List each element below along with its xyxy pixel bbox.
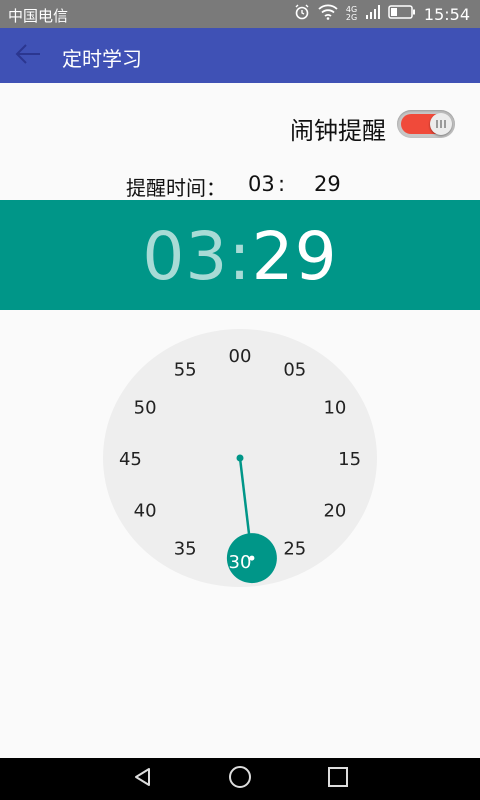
home-circle-icon xyxy=(228,765,252,793)
clock-label-55[interactable]: 55 xyxy=(174,360,197,381)
clock-label-10[interactable]: 10 xyxy=(323,397,346,418)
clock-label-00[interactable]: 00 xyxy=(229,346,252,367)
picker-hour[interactable]: 03 xyxy=(142,218,228,295)
clock-selector-dot xyxy=(249,555,255,561)
nav-home-button[interactable] xyxy=(225,766,255,792)
nav-recents-button[interactable] xyxy=(323,766,353,792)
back-triangle-icon xyxy=(132,766,154,792)
toggle-thumb xyxy=(430,113,452,135)
page-title: 定时学习 xyxy=(62,47,142,71)
clock-label-25[interactable]: 25 xyxy=(283,538,306,559)
picker-separator: : xyxy=(228,218,252,295)
clock-label-35[interactable]: 35 xyxy=(174,538,197,559)
clock-center-dot xyxy=(236,454,244,462)
alarm-icon xyxy=(294,4,310,24)
reminder-minute: 29 xyxy=(314,172,341,196)
reminder-separator: : xyxy=(278,172,286,196)
wifi-icon xyxy=(318,4,338,24)
clock-label-20[interactable]: 20 xyxy=(323,501,346,522)
picker-time: 03:29 xyxy=(0,218,480,295)
back-button[interactable] xyxy=(6,34,50,78)
app-bar: 定时学习 xyxy=(0,28,480,83)
alarm-toggle[interactable] xyxy=(397,110,455,138)
clock-label-40[interactable]: 40 xyxy=(134,501,157,522)
clock-label-05[interactable]: 05 xyxy=(283,360,306,381)
network-type-label: 4G 2G xyxy=(345,5,358,22)
status-bar: 中国电信 4G 2G 15:54 xyxy=(0,0,480,28)
nav-back-button[interactable] xyxy=(128,766,158,792)
arrow-left-icon xyxy=(15,44,41,68)
clock-dial[interactable]: 00 05 10 15 20 25 30 35 40 45 50 55 xyxy=(103,329,377,587)
reminder-label: 提醒时间： xyxy=(126,176,226,200)
picker-header: 03:29 xyxy=(0,200,480,310)
signal-icon xyxy=(365,4,380,24)
alarm-label: 闹钟提醒 xyxy=(290,117,386,145)
clock-label-30[interactable]: 30 xyxy=(229,552,252,573)
clock-label-15[interactable]: 15 xyxy=(338,449,361,470)
reminder-time-line: 提醒时间： 03 : 29 xyxy=(126,172,341,201)
clock-label-50[interactable]: 50 xyxy=(134,397,157,418)
clock-label-45[interactable]: 45 xyxy=(119,449,142,470)
status-time: 15:54 xyxy=(423,4,470,24)
status-icons: 4G 2G 15:54 xyxy=(294,4,470,24)
recents-square-icon xyxy=(327,766,349,792)
carrier-label: 中国电信 xyxy=(8,7,69,25)
battery-icon xyxy=(388,5,416,23)
system-nav-bar xyxy=(0,758,480,800)
picker-minute[interactable]: 29 xyxy=(252,218,338,295)
reminder-hour: 03 xyxy=(248,172,275,196)
